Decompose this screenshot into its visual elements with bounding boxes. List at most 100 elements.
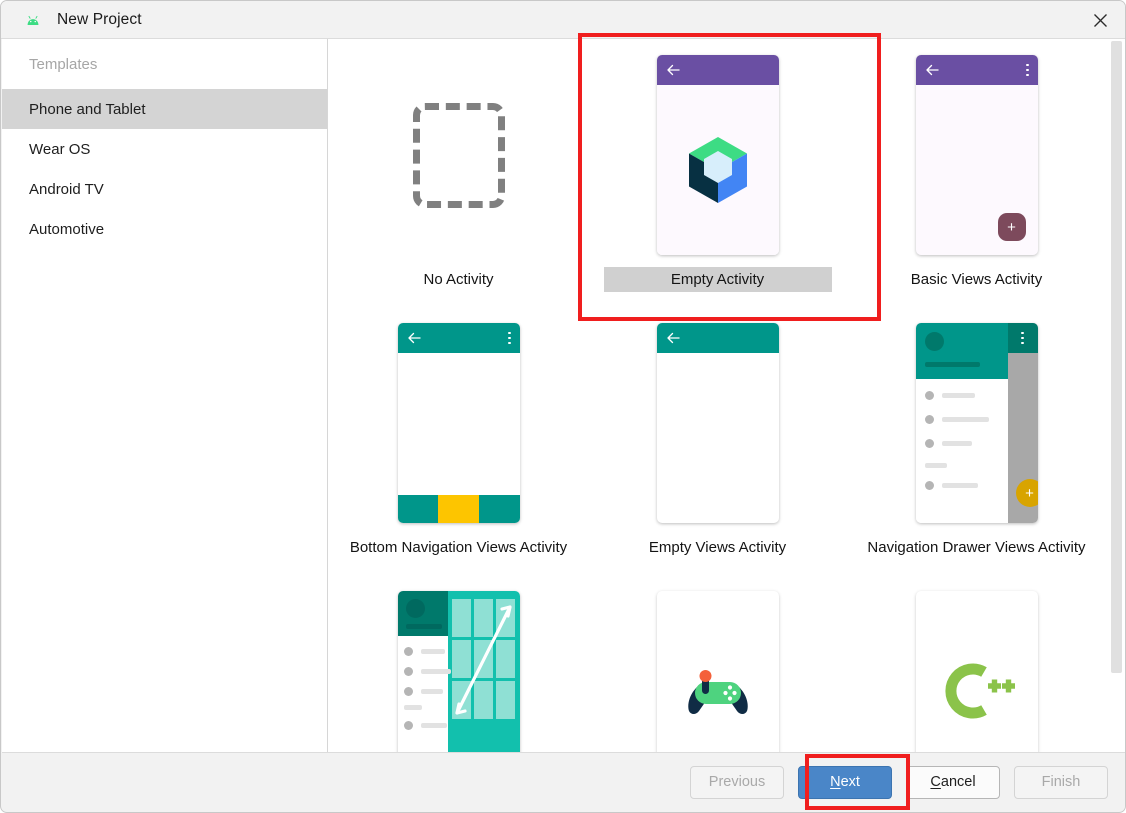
template-thumbnail: + xyxy=(908,313,1046,533)
templates-sidebar: Templates Phone and Tablet Wear OS Andro… xyxy=(2,39,328,754)
previous-button-label: Previous xyxy=(708,774,766,790)
overflow-menu-icon xyxy=(1021,331,1024,345)
drawer-list-item xyxy=(924,391,975,400)
list-bullet-icon xyxy=(403,667,413,676)
drawer-list-item xyxy=(924,481,978,490)
template-card-empty-activity[interactable]: Empty Activity xyxy=(588,39,847,307)
previous-button[interactable]: Previous xyxy=(690,765,784,799)
drawer-list-item xyxy=(924,439,972,448)
template-label: Navigation Drawer Views Activity xyxy=(867,539,1086,556)
plus-icon: + xyxy=(1025,484,1034,502)
phone-mock xyxy=(397,591,520,754)
list-item-text xyxy=(941,483,978,488)
drawer-header xyxy=(397,591,448,636)
sidebar-header: Templates xyxy=(29,55,98,73)
template-card-native-cpp[interactable] xyxy=(847,575,1106,754)
android-logo-icon xyxy=(27,15,39,25)
list-bullet-icon xyxy=(924,439,934,448)
grid-lines xyxy=(451,599,515,719)
template-label: No Activity xyxy=(423,271,494,288)
back-arrow-icon xyxy=(407,332,421,344)
jetpack-compose-logo-icon xyxy=(688,137,747,203)
plus-icon: + xyxy=(1007,218,1016,236)
scrollbar-thumb[interactable] xyxy=(1111,41,1122,673)
sidebar-item-phone-and-tablet[interactable]: Phone and Tablet xyxy=(2,89,327,129)
cancel-rest: ancel xyxy=(940,774,976,790)
overflow-menu-icon xyxy=(1025,63,1029,77)
cancel-mnemonic: C xyxy=(930,774,941,790)
template-card-navigation-drawer-views-activity[interactable]: + Navigation Drawer Views Activity xyxy=(847,307,1106,575)
back-arrow-icon xyxy=(925,64,939,76)
template-thumbnail xyxy=(649,45,787,265)
app-bar xyxy=(656,55,779,85)
finish-button[interactable]: Finish xyxy=(1014,765,1108,799)
list-item-text xyxy=(420,689,443,694)
template-card-game-activity[interactable] xyxy=(588,575,847,754)
new-project-dialog: New Project Templates Phone and Tablet W… xyxy=(0,0,1126,813)
list-bullet-icon xyxy=(403,721,413,730)
phone-mock xyxy=(915,591,1038,754)
floating-action-button: + xyxy=(997,213,1026,241)
list-item-text xyxy=(420,649,445,654)
drawer-divider xyxy=(403,705,422,710)
template-thumbnail xyxy=(649,581,787,754)
phone-mock xyxy=(656,591,779,754)
next-rest: ext xyxy=(840,774,860,790)
sidebar-item-label: Automotive xyxy=(29,220,105,238)
template-thumbnail xyxy=(649,313,787,533)
list-item-text xyxy=(420,669,451,674)
list-item-text xyxy=(941,441,972,446)
template-label: Basic Views Activity xyxy=(910,271,1043,288)
cancel-button-label: Cancel xyxy=(930,774,975,790)
template-thumbnail xyxy=(908,581,1046,754)
close-icon xyxy=(1093,13,1107,27)
app-bar xyxy=(1007,323,1038,353)
finish-button-label: Finish xyxy=(1041,774,1081,790)
drawer-list-item xyxy=(403,721,447,730)
template-thumbnail: + xyxy=(908,45,1046,265)
bottom-nav-item-active xyxy=(438,495,479,523)
template-label: Empty Activity xyxy=(603,267,832,292)
phone-mock: + xyxy=(915,323,1038,523)
drawer-header xyxy=(915,323,1008,379)
bottom-navigation-bar xyxy=(397,495,520,523)
bottom-nav-item xyxy=(397,495,439,523)
template-card-bottom-navigation-views-activity[interactable]: Bottom Navigation Views Activity xyxy=(329,307,588,575)
phone-mock xyxy=(656,323,779,523)
next-button[interactable]: Next xyxy=(798,765,892,799)
template-card-responsive-views-activity[interactable] xyxy=(329,575,588,754)
list-item-text xyxy=(941,393,975,398)
template-card-basic-views-activity[interactable]: + Basic Views Activity xyxy=(847,39,1106,307)
avatar xyxy=(405,599,425,618)
app-bar xyxy=(656,323,779,353)
cancel-button[interactable]: Cancel xyxy=(906,765,1000,799)
sidebar-item-android-tv[interactable]: Android TV xyxy=(2,169,327,209)
drawer-headline xyxy=(405,624,442,629)
templates-scrollbar[interactable] xyxy=(1110,39,1125,754)
template-label: Bottom Navigation Views Activity xyxy=(349,539,568,556)
phone-mock: + xyxy=(915,55,1038,255)
close-button[interactable] xyxy=(1073,1,1125,39)
sidebar-item-label: Wear OS xyxy=(29,140,91,158)
cpp-logo-icon xyxy=(944,663,1015,719)
template-card-empty-views-activity[interactable]: Empty Views Activity xyxy=(588,307,847,575)
dialog-body: Templates Phone and Tablet Wear OS Andro… xyxy=(2,39,1125,754)
drawer-list-item xyxy=(403,667,451,676)
bottom-nav-item xyxy=(478,495,520,523)
divider-line xyxy=(924,463,947,468)
grid-panel xyxy=(447,591,520,754)
sidebar-item-wear-os[interactable]: Wear OS xyxy=(2,129,327,169)
window-title: New Project xyxy=(57,10,142,28)
list-bullet-icon xyxy=(403,647,413,656)
drawer-list-item xyxy=(403,687,443,696)
drawer-divider xyxy=(924,463,947,468)
template-thumbnail xyxy=(390,45,528,265)
drawer-headline xyxy=(924,362,980,367)
sidebar-item-automotive[interactable]: Automotive xyxy=(2,209,327,249)
next-button-label: Next xyxy=(830,774,860,790)
templates-grid-area: No Activity Empty Activity + Basic Views… xyxy=(329,39,1125,754)
template-card-no-activity[interactable]: No Activity xyxy=(329,39,588,307)
navigation-drawer-mock: + xyxy=(915,323,1038,523)
list-item-text xyxy=(420,723,447,728)
dashed-square-icon xyxy=(412,102,505,208)
